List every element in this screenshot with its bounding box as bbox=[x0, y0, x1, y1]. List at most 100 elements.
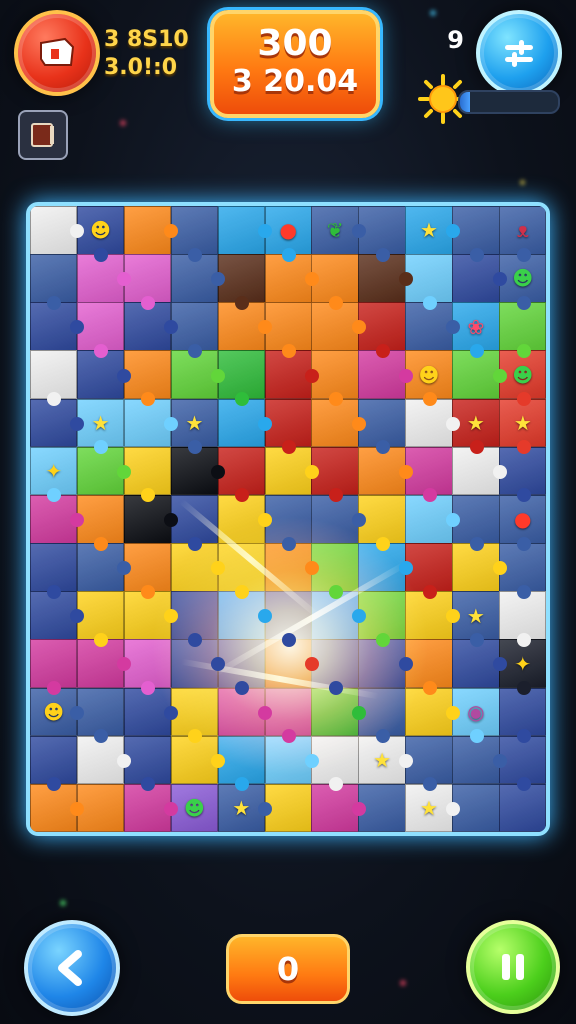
puzzle-piece[interactable] bbox=[311, 494, 366, 544]
progress-bar-fill bbox=[460, 92, 470, 112]
smiley-face-icon: ☻ bbox=[90, 218, 112, 243]
moves-counter: 0 bbox=[226, 934, 350, 1004]
puzzle-knob bbox=[70, 416, 85, 431]
star-icon: ★ bbox=[466, 603, 485, 628]
puzzle-piece[interactable]: ★ bbox=[405, 206, 460, 255]
puzzle-knob bbox=[281, 536, 296, 551]
background-sparkle bbox=[430, 10, 436, 16]
puzzle-piece[interactable] bbox=[217, 206, 273, 255]
puzzle-piece[interactable] bbox=[405, 494, 460, 544]
puzzle-piece[interactable] bbox=[264, 446, 319, 496]
puzzle-piece[interactable]: ● bbox=[499, 494, 546, 551]
puzzle-knob bbox=[516, 343, 531, 358]
owl-icon: ◉ bbox=[467, 699, 485, 724]
puzzle-knob bbox=[516, 584, 531, 599]
puzzle-knob bbox=[516, 295, 531, 310]
puzzle-knob bbox=[492, 657, 507, 672]
puzzle-knob bbox=[328, 681, 343, 696]
puzzle-piece[interactable] bbox=[170, 446, 226, 496]
puzzle-knob bbox=[492, 753, 507, 768]
frog-icon: ☻ bbox=[512, 362, 534, 387]
puzzle-knob bbox=[94, 247, 109, 262]
puzzle-knob bbox=[469, 247, 484, 262]
puzzle-piece[interactable] bbox=[123, 206, 179, 255]
puzzle-knob bbox=[398, 272, 413, 287]
puzzle-piece[interactable]: ☻ bbox=[76, 206, 125, 262]
settings-button[interactable] bbox=[476, 10, 562, 96]
puzzle-knob bbox=[304, 368, 319, 383]
puzzle-knob bbox=[445, 609, 460, 624]
book-icon bbox=[31, 123, 54, 147]
puzzle-knob bbox=[445, 801, 460, 816]
home-button[interactable] bbox=[14, 10, 100, 96]
puzzle-piece[interactable]: ✦ bbox=[30, 446, 78, 503]
puzzle-knob bbox=[445, 224, 460, 239]
puzzle-knob bbox=[258, 224, 273, 239]
puzzle-board[interactable]: ☻ ● ❦ ★ ᴥ ☻ ❀ ☻ ☻ ★ ★ ★ ★ ✦ ● ★ ✦ ☻ ◉ ★ ☻ ★ ★ bbox=[26, 202, 550, 836]
pause-button[interactable] bbox=[466, 920, 560, 1014]
background-sparkle bbox=[400, 980, 406, 986]
puzzle-piece[interactable] bbox=[123, 494, 179, 544]
puzzle-piece[interactable] bbox=[76, 687, 125, 744]
puzzle-piece[interactable] bbox=[30, 639, 78, 696]
puzzle-piece[interactable]: ★ bbox=[405, 783, 460, 832]
puzzle-piece[interactable] bbox=[76, 446, 132, 496]
puzzle-piece[interactable] bbox=[311, 783, 366, 832]
puzzle-knob bbox=[422, 295, 437, 310]
puzzle-knob bbox=[258, 512, 273, 527]
puzzle-piece[interactable]: ★ bbox=[76, 398, 125, 455]
back-button[interactable] bbox=[24, 920, 120, 1016]
stat-line-1: 3 8S10 bbox=[104, 27, 189, 52]
puzzle-piece[interactable] bbox=[76, 783, 125, 832]
puzzle-piece[interactable] bbox=[76, 591, 125, 647]
ladybug-icon: ● bbox=[279, 218, 297, 243]
puzzle-knob bbox=[281, 247, 296, 262]
puzzle-knob bbox=[351, 512, 366, 527]
puzzle-piece[interactable] bbox=[30, 350, 78, 407]
puzzle-grid[interactable]: ☻ ● ❦ ★ ᴥ ☻ ❀ ☻ ☻ ★ ★ ★ ★ ✦ ● ★ ✦ ☻ ◉ ★ ☻ ★ ★ bbox=[30, 206, 546, 832]
star-icon: ★ bbox=[420, 796, 438, 821]
puzzle-knob bbox=[235, 295, 250, 310]
puzzle-knob bbox=[375, 440, 390, 455]
puzzle-piece[interactable] bbox=[76, 302, 125, 358]
puzzle-knob bbox=[398, 464, 413, 479]
puzzle-knob bbox=[375, 536, 390, 551]
puzzle-knob bbox=[117, 368, 132, 383]
puzzle-knob bbox=[351, 801, 366, 816]
frog-icon: ☻ bbox=[183, 796, 205, 821]
puzzle-piece[interactable] bbox=[30, 543, 78, 599]
puzzle-knob bbox=[445, 705, 460, 720]
puzzle-knob bbox=[258, 416, 273, 431]
moves-counter-value: 0 bbox=[276, 950, 300, 988]
book-button[interactable] bbox=[18, 110, 68, 160]
score-panel: 300 3 20.04 bbox=[210, 10, 380, 118]
puzzle-piece[interactable] bbox=[123, 783, 179, 832]
puzzle-piece[interactable] bbox=[30, 494, 85, 544]
puzzle-piece[interactable] bbox=[358, 446, 413, 496]
puzzle-knob bbox=[422, 681, 437, 696]
left-stats: 3 8S10 3.0!:0 bbox=[104, 26, 189, 82]
puzzle-knob bbox=[516, 777, 531, 792]
puzzle-piece[interactable] bbox=[30, 783, 85, 832]
puzzle-piece[interactable] bbox=[452, 446, 507, 496]
puzzle-knob bbox=[516, 681, 531, 696]
puzzle-piece[interactable] bbox=[499, 783, 546, 832]
puzzle-knob bbox=[398, 368, 413, 383]
puzzle-piece[interactable]: ᴥ bbox=[499, 206, 546, 262]
puzzle-piece[interactable] bbox=[30, 254, 78, 310]
puzzle-knob bbox=[398, 561, 413, 576]
puzzle-knob bbox=[258, 705, 273, 720]
pause-icon bbox=[502, 954, 524, 980]
puzzle-knob bbox=[117, 753, 132, 768]
puzzle-piece[interactable] bbox=[76, 494, 125, 551]
puzzle-piece[interactable] bbox=[30, 735, 78, 792]
puzzle-knob bbox=[445, 320, 460, 335]
puzzle-knob bbox=[164, 416, 179, 431]
puzzle-piece[interactable]: ★ bbox=[217, 783, 273, 832]
star-icon: ★ bbox=[373, 748, 392, 772]
puzzle-piece[interactable]: ❦ bbox=[311, 206, 366, 255]
puzzle-piece[interactable] bbox=[30, 206, 85, 255]
puzzle-knob bbox=[141, 295, 156, 310]
progress-bar bbox=[458, 90, 560, 114]
puzzle-knob bbox=[469, 536, 484, 551]
